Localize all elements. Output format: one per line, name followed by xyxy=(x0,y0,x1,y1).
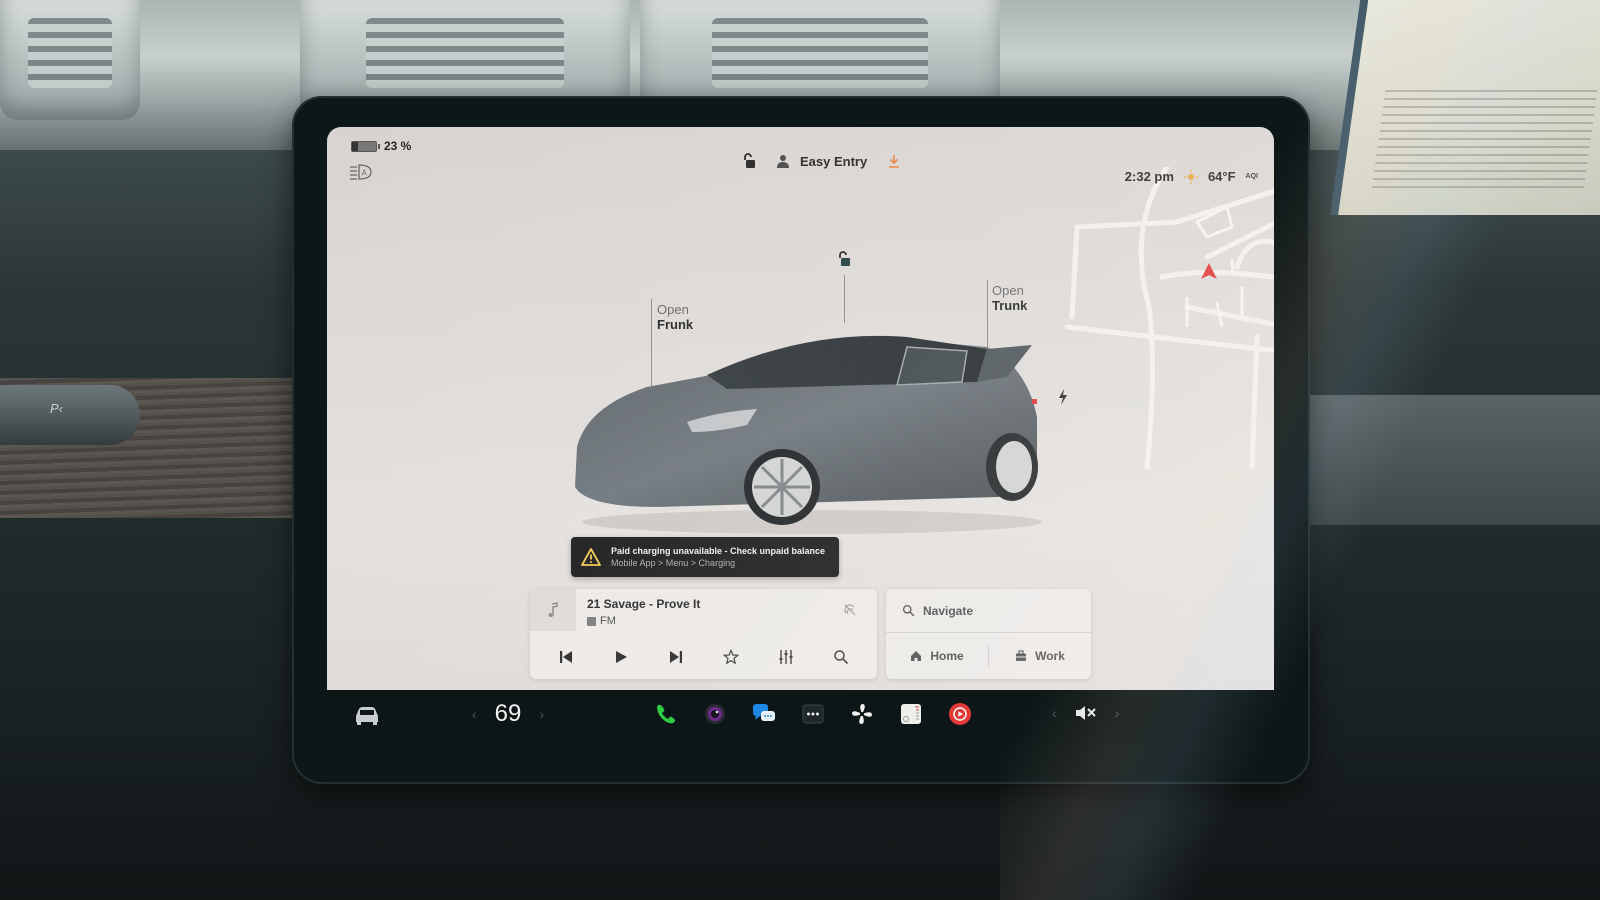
sun-icon xyxy=(1183,169,1198,184)
car-controls-icon[interactable] xyxy=(353,704,381,726)
alert-subtitle: Mobile App > Menu > Charging xyxy=(611,558,736,568)
alert-title: Paid charging unavailable - Check unpaid… xyxy=(611,546,826,556)
toybox-icon xyxy=(901,704,921,724)
driver-profile-button[interactable]: Easy Entry xyxy=(776,154,867,169)
gear-stalk: P‹ xyxy=(0,385,140,445)
camera-lens-icon xyxy=(705,704,725,724)
home-icon xyxy=(911,651,922,661)
volume-control: ‹ › xyxy=(1052,704,1119,722)
equalizer-button[interactable] xyxy=(773,644,799,670)
work-label: Work xyxy=(1035,649,1065,663)
briefcase-icon xyxy=(1016,650,1027,661)
play-icon xyxy=(615,651,627,663)
no-signal-icon xyxy=(844,604,856,616)
warning-icon xyxy=(581,548,601,566)
source-label: FM xyxy=(600,615,616,627)
navigate-search-input[interactable]: Navigate xyxy=(886,589,1091,633)
mini-map[interactable] xyxy=(1057,167,1274,477)
home-shortcut-button[interactable]: Home xyxy=(886,634,988,678)
auto-headlights-icon[interactable]: A xyxy=(349,163,375,181)
toybox-app-button[interactable] xyxy=(897,700,925,728)
clock: 2:32 pm xyxy=(1124,169,1174,184)
person-icon xyxy=(777,155,789,168)
chat-bubbles-icon xyxy=(753,704,775,721)
outside-temperature: 64°F xyxy=(1207,169,1236,184)
background-truck-left xyxy=(0,0,140,120)
search-icon xyxy=(834,650,849,665)
trunk-label: Trunk xyxy=(992,298,1028,313)
home-label: Home xyxy=(930,649,964,663)
door-lock-toggle-icon[interactable] xyxy=(837,251,851,267)
touchscreen: 23 % A Easy Entry 2:32 pm 64°F AQI Open … xyxy=(327,127,1274,690)
fan-icon xyxy=(852,704,872,724)
profile-name: Easy Entry xyxy=(800,153,868,169)
climate-fan-button[interactable] xyxy=(848,700,876,728)
play-button[interactable] xyxy=(608,644,634,670)
cabin-temperature-control: ‹ 69 › xyxy=(472,700,544,728)
charging-alert-toast[interactable]: Paid charging unavailable - Check unpaid… xyxy=(571,537,839,577)
camera-app-button[interactable] xyxy=(701,700,729,728)
search-icon xyxy=(902,604,915,617)
youtube-music-icon xyxy=(949,703,971,725)
volume-down-button[interactable]: ‹ xyxy=(1052,705,1057,721)
window-sticker-paper xyxy=(1330,0,1600,215)
dashboard-trim-right xyxy=(1300,395,1600,525)
more-apps-button[interactable] xyxy=(799,700,827,728)
open-trunk-button[interactable]: Open Trunk xyxy=(992,283,1027,313)
trunk-action-label: Open xyxy=(992,283,1024,298)
star-icon xyxy=(723,649,740,665)
ellipsis-icon xyxy=(802,704,824,724)
next-track-button[interactable] xyxy=(663,644,689,670)
messages-app-button[interactable] xyxy=(750,700,778,728)
music-note-icon xyxy=(548,602,558,617)
app-launcher xyxy=(652,700,974,728)
temperature-decrease-button[interactable]: ‹ xyxy=(472,706,477,722)
phone-app-button[interactable] xyxy=(652,700,680,728)
unlocked-padlock-icon[interactable] xyxy=(742,153,756,169)
battery-indicator[interactable]: 23 % xyxy=(351,139,411,153)
media-search-button[interactable] xyxy=(828,644,854,670)
speaker-muted-icon[interactable] xyxy=(1075,704,1097,722)
vehicle-model-3d[interactable] xyxy=(567,327,1057,537)
volume-up-button[interactable]: › xyxy=(1115,705,1120,721)
battery-icon xyxy=(351,140,377,152)
media-player-card: 21 Savage - Prove It FM xyxy=(530,589,877,679)
media-controls xyxy=(530,639,877,675)
svg-text:A: A xyxy=(362,169,368,178)
equalizer-icon xyxy=(779,650,793,664)
media-source[interactable]: FM xyxy=(587,615,616,627)
phone-icon xyxy=(657,705,675,724)
frunk-action-label: Open xyxy=(657,302,689,317)
work-shortcut-button[interactable]: Work xyxy=(989,634,1091,678)
lock-callout-line xyxy=(844,275,845,323)
navigation-shortcuts: Home Work xyxy=(886,634,1091,678)
bottom-dock: ‹ 69 › ‹ › xyxy=(327,690,1274,742)
cabin-temperature-value[interactable]: 69 xyxy=(495,700,522,728)
battery-percent: 23 % xyxy=(384,139,412,153)
previous-track-button[interactable] xyxy=(553,644,579,670)
youtube-music-app-button[interactable] xyxy=(946,700,974,728)
track-title: 21 Savage - Prove It xyxy=(587,597,701,611)
album-art[interactable] xyxy=(530,589,576,631)
top-center-status: Easy Entry xyxy=(742,153,901,169)
aqi-label: AQI xyxy=(1245,173,1258,180)
skip-back-icon xyxy=(559,651,572,663)
skip-forward-icon xyxy=(669,651,682,663)
radio-icon xyxy=(587,616,596,626)
favorite-button[interactable] xyxy=(718,644,744,670)
navigation-card: Navigate Home Work xyxy=(886,589,1091,679)
temperature-increase-button[interactable]: › xyxy=(539,706,544,722)
time-weather: 2:32 pm 64°F AQI xyxy=(1125,169,1258,184)
lightning-bolt-icon[interactable] xyxy=(1057,389,1069,405)
navigate-placeholder: Navigate xyxy=(923,603,974,618)
download-icon[interactable] xyxy=(887,154,901,168)
